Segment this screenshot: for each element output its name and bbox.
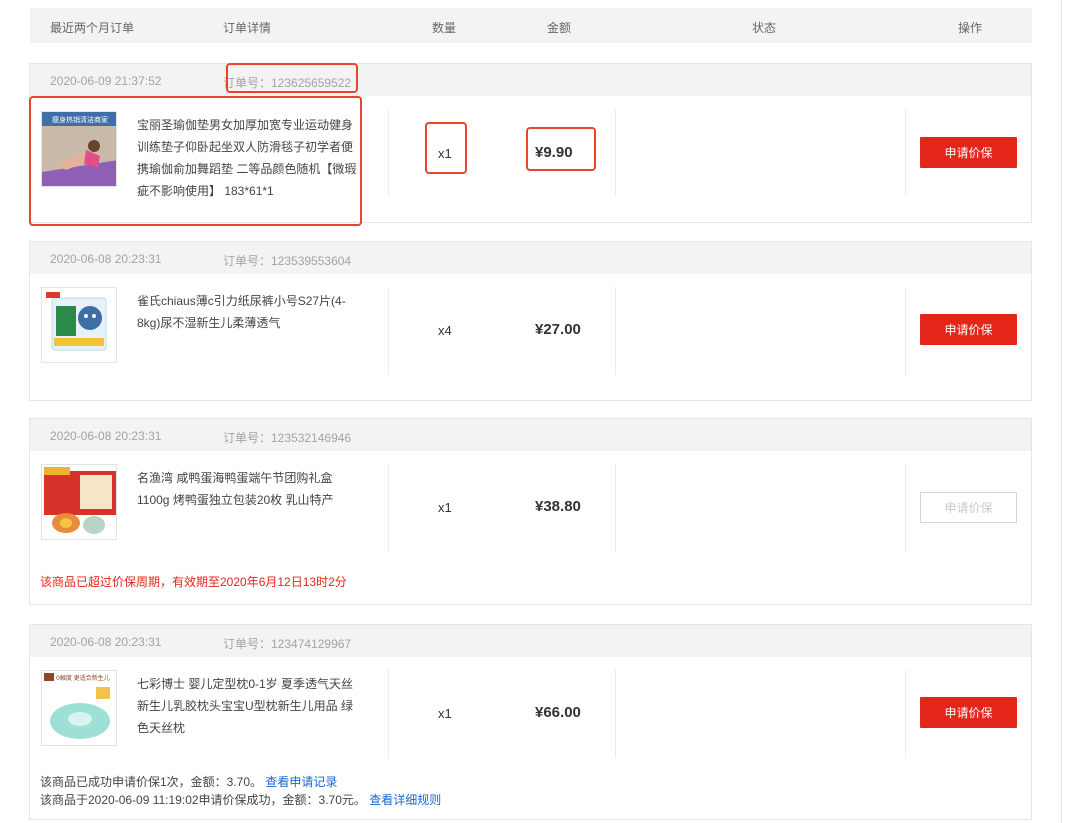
divider bbox=[615, 109, 616, 197]
thumb-caption: 0触度 更适合新生儿 bbox=[56, 674, 110, 682]
baby-pillow-image-icon: 0触度 更适合新生儿 bbox=[42, 671, 116, 745]
header-amount: 金额 bbox=[547, 21, 572, 35]
page-right-border bbox=[1061, 0, 1062, 823]
divider bbox=[905, 464, 906, 552]
divider bbox=[615, 464, 616, 552]
order-qty: x1 bbox=[438, 706, 452, 721]
order-amount: ¥27.00 bbox=[535, 321, 581, 338]
header-period[interactable]: 最近两个月订单 bbox=[50, 19, 134, 36]
order-date: 2020-06-08 20:23:31 bbox=[50, 252, 162, 266]
order-qty: x4 bbox=[438, 323, 452, 338]
price-protection-expired-note: 该商品已超过价保周期，有效期至2020年6月12日13时2分 bbox=[40, 575, 347, 589]
header-detail: 订单详情 bbox=[223, 21, 272, 35]
order-header: 2020-06-08 20:23:31 订单号：123539553604 bbox=[30, 242, 1031, 274]
highlight-box-quantity bbox=[425, 122, 467, 174]
divider bbox=[905, 287, 906, 375]
header-action: 操作 bbox=[958, 21, 983, 35]
header-qty: 数量 bbox=[432, 21, 457, 35]
order-header: 2020-06-08 20:23:31 订单号：123474129967 bbox=[30, 625, 1031, 657]
order-header: 2020-06-09 21:37:52 订单号：123625659522 bbox=[30, 64, 1031, 96]
price-protection-success-note: 该商品于2020-06-09 11:19:02申请价保成功，金额：3.70元。 … bbox=[40, 791, 441, 808]
header-status: 状态 bbox=[752, 21, 777, 35]
divider bbox=[615, 287, 616, 375]
order-date: 2020-06-08 20:23:31 bbox=[50, 635, 162, 649]
diaper-package-image-icon bbox=[42, 288, 116, 362]
order-date: 2020-06-09 21:37:52 bbox=[50, 74, 162, 88]
order-amount: ¥38.80 bbox=[535, 498, 581, 515]
product-thumbnail[interactable]: 0触度 更适合新生儿 bbox=[41, 670, 117, 746]
divider bbox=[388, 670, 389, 758]
view-application-record-link[interactable]: 查看申请记录 bbox=[265, 775, 337, 789]
highlight-box-amount bbox=[526, 127, 596, 171]
apply-price-protection-button-disabled: 申请价保 bbox=[920, 492, 1017, 523]
order-number[interactable]: 订单号：123474129967 bbox=[223, 635, 351, 652]
divider bbox=[905, 109, 906, 197]
order-card: 2020-06-08 20:23:31 订单号：123474129967 0触度… bbox=[29, 624, 1032, 820]
highlight-box-order-number bbox=[226, 63, 358, 93]
order-number[interactable]: 订单号：123539553604 bbox=[223, 252, 351, 269]
apply-price-protection-button[interactable]: 申请价保 bbox=[920, 137, 1017, 168]
divider bbox=[388, 287, 389, 375]
product-name[interactable]: 七彩博士 婴儿定型枕0-1岁 夏季透气天丝新生儿乳胶枕头宝宝U型枕新生儿用品 绿… bbox=[137, 673, 357, 739]
order-card: 2020-06-08 20:23:31 订单号：123532146946 名渔湾… bbox=[29, 418, 1032, 605]
note-text: 该商品已成功申请价保1次，金额：3.70。 bbox=[40, 775, 263, 789]
divider bbox=[905, 670, 906, 758]
price-protection-history-note: 该商品已成功申请价保1次，金额：3.70。 查看申请记录 bbox=[40, 773, 337, 790]
apply-price-protection-button[interactable]: 申请价保 bbox=[920, 314, 1017, 345]
order-card: 2020-06-08 20:23:31 订单号：123539553604 雀氏c… bbox=[29, 241, 1032, 401]
product-thumbnail[interactable] bbox=[41, 464, 117, 540]
view-detailed-rules-link[interactable]: 查看详细规则 bbox=[369, 793, 441, 807]
product-name[interactable]: 名渔湾 咸鸭蛋海鸭蛋端午节团购礼盒1100g 烤鸭蛋独立包装20枚 乳山特产 bbox=[137, 467, 357, 511]
product-thumbnail[interactable] bbox=[41, 287, 117, 363]
order-amount: ¥66.00 bbox=[535, 704, 581, 721]
note-text: 该商品于2020-06-09 11:19:02申请价保成功，金额：3.70元。 bbox=[40, 793, 366, 807]
order-header: 2020-06-08 20:23:31 订单号：123532146946 bbox=[30, 419, 1031, 451]
order-number[interactable]: 订单号：123532146946 bbox=[223, 429, 351, 446]
duck-egg-giftbox-image-icon bbox=[42, 465, 116, 539]
divider bbox=[388, 464, 389, 552]
divider bbox=[388, 109, 389, 197]
highlight-box-product bbox=[29, 96, 362, 226]
divider bbox=[615, 670, 616, 758]
order-table-header: 最近两个月订单 订单详情 数量 金额 状态 操作 bbox=[30, 8, 1032, 43]
order-date: 2020-06-08 20:23:31 bbox=[50, 429, 162, 443]
order-qty: x1 bbox=[438, 500, 452, 515]
apply-price-protection-button[interactable]: 申请价保 bbox=[920, 697, 1017, 728]
product-name[interactable]: 雀氏chiaus薄c引力纸尿裤小号S27片(4-8kg)尿不湿新生儿柔薄透气 bbox=[137, 290, 357, 334]
